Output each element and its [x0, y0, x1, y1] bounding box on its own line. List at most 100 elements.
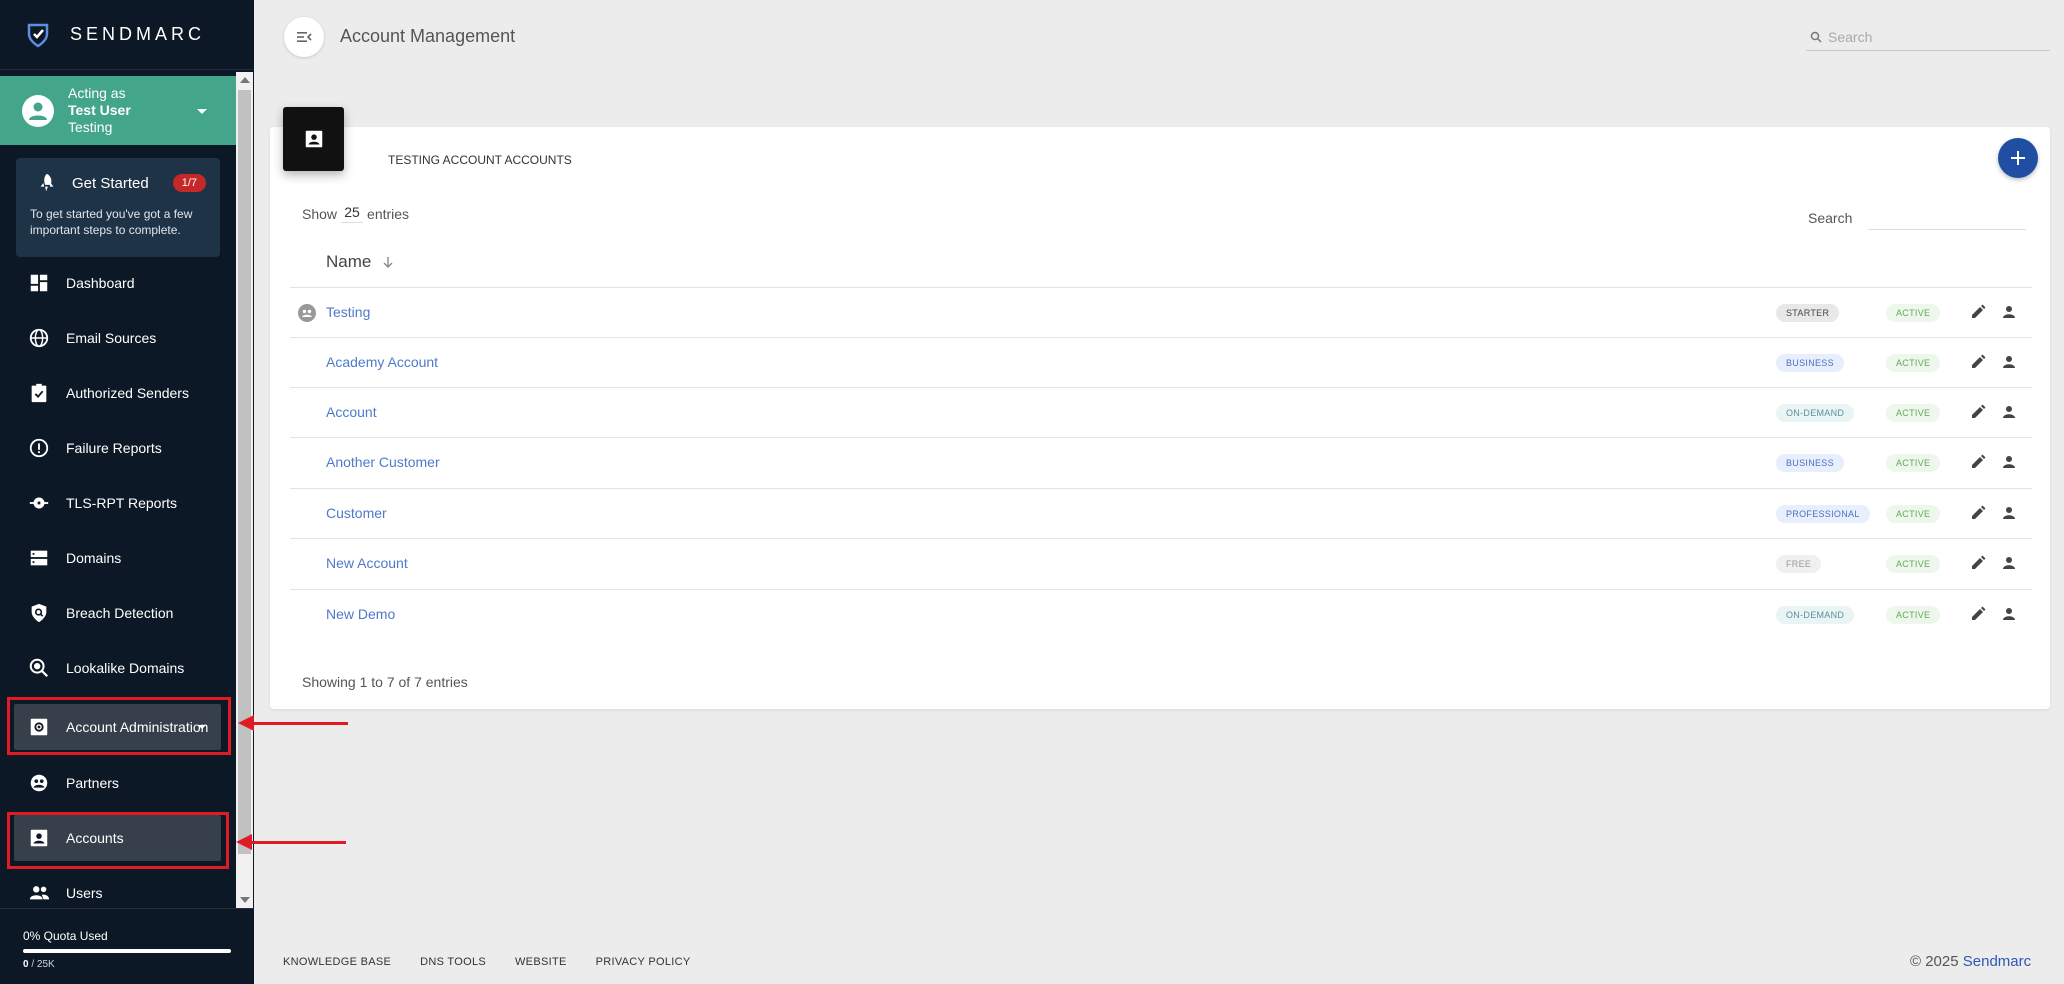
sidebar-item-failure-reports[interactable]: Failure Reports [14, 425, 221, 471]
alert-circle-icon [29, 438, 49, 458]
sidebar-item-domains[interactable]: Domains [14, 535, 221, 581]
sendmarc-logo-icon [27, 23, 49, 47]
get-started-panel[interactable]: Get Started 1/7 To get started you've go… [16, 158, 220, 257]
sidebar-item-label: Authorized Senders [66, 385, 189, 401]
edit-pencil-icon[interactable] [1970, 354, 1986, 370]
sidebar-item-label: Breach Detection [66, 605, 174, 621]
user-profile-icon[interactable] [2001, 606, 2017, 622]
sidebar-item-dashboard[interactable]: Dashboard [14, 260, 221, 306]
copyright-brand-link[interactable]: Sendmarc [1963, 953, 2031, 970]
sidebar-item-partners[interactable]: Partners [14, 760, 221, 806]
table-row: Customer PROFESSIONAL ACTIVE [290, 488, 2032, 538]
quota-count: 0 / 25K [23, 959, 231, 970]
scroll-up-arrow-icon[interactable] [240, 77, 250, 83]
sidebar-item-label: TLS-RPT Reports [66, 495, 177, 511]
table-row: Academy Account BUSINESS ACTIVE [290, 337, 2032, 387]
footer-link-privacy-policy[interactable]: PRIVACY POLICY [596, 956, 691, 968]
scroll-down-arrow-icon[interactable] [240, 897, 250, 903]
get-started-description: To get started you've got a few importan… [30, 207, 193, 237]
entries-count-select[interactable]: 25 [341, 204, 364, 223]
status-badge: ACTIVE [1886, 505, 1941, 523]
column-header-name[interactable]: Name [326, 252, 395, 272]
edit-pencil-icon[interactable] [1970, 304, 1986, 320]
status-badge: ACTIVE [1886, 354, 1941, 372]
table-row: Testing STARTER ACTIVE [290, 287, 2032, 337]
magnify-globe-icon [29, 658, 49, 678]
global-search[interactable] [1806, 23, 2050, 51]
sort-arrow-down-icon [383, 257, 393, 268]
acting-as-switcher[interactable]: Acting as Test User Testing [0, 76, 236, 145]
plan-badge: STARTER [1776, 304, 1840, 322]
table-search-input[interactable] [1868, 206, 2027, 230]
user-profile-icon[interactable] [2001, 454, 2017, 470]
dashboard-icon [30, 274, 48, 292]
sidebar-scrollbar[interactable] [236, 72, 253, 908]
footer-link-knowledge-base[interactable]: KNOWLEDGE BASE [283, 956, 391, 968]
status-badge: ACTIVE [1886, 304, 1941, 322]
copyright-text: © 2025 [1910, 953, 1963, 970]
user-profile-icon[interactable] [2001, 304, 2017, 320]
sidebar-item-label: Lookalike Domains [66, 660, 185, 676]
plan-badge: PROFESSIONAL [1776, 505, 1870, 523]
footer-link-website[interactable]: WEBSITE [515, 956, 567, 968]
person-icon [29, 102, 47, 120]
plan-badge: FREE [1776, 555, 1822, 573]
account-name-link[interactable]: New Account [326, 555, 408, 571]
acting-as-user: Test User [68, 102, 131, 118]
account-name-link[interactable]: Testing [326, 304, 370, 320]
highlight-box-account-administration [7, 697, 231, 755]
footer-link-dns-tools[interactable]: DNS TOOLS [420, 956, 486, 968]
table-search-label: Search [1808, 210, 1853, 226]
sidebar-item-label: Dashboard [66, 275, 135, 291]
avatar [22, 94, 54, 127]
brand-name: SENDMARC [70, 24, 206, 44]
acting-as-account: Testing [68, 119, 113, 135]
user-profile-icon[interactable] [2001, 555, 2017, 571]
get-started-title: Get Started [72, 174, 149, 192]
user-profile-icon[interactable] [2001, 505, 2017, 521]
add-account-button[interactable] [1998, 138, 2038, 178]
edit-pencil-icon[interactable] [1970, 606, 1986, 622]
account-name-link[interactable]: Another Customer [326, 454, 440, 470]
sidebar-item-email-sources[interactable]: Email Sources [14, 315, 221, 361]
globe-icon [29, 328, 49, 348]
clipboard-check-icon [31, 383, 47, 403]
account-name-link[interactable]: Customer [326, 505, 387, 521]
account-name-link[interactable]: Academy Account [326, 354, 438, 370]
status-badge: ACTIVE [1886, 404, 1941, 422]
sidebar-item-breach-detection[interactable]: Breach Detection [14, 590, 221, 636]
table-row: Account ON-DEMAND ACTIVE [290, 387, 2032, 437]
collapse-menu-button[interactable] [284, 17, 324, 57]
annotation-arrow [254, 722, 348, 725]
user-profile-icon[interactable] [2001, 354, 2017, 370]
plus-icon [2011, 151, 2025, 165]
partners-icon [30, 774, 48, 792]
arrow-head-icon [236, 834, 252, 850]
table-row: New Account FREE ACTIVE [290, 538, 2032, 588]
account-name-link[interactable]: New Demo [326, 606, 395, 622]
sidebar-item-label: Users [66, 885, 103, 901]
sidebar-item-tls-rpt-reports[interactable]: TLS-RPT Reports [14, 480, 221, 526]
scrollbar-thumb[interactable] [238, 90, 251, 854]
sidebar-item-authorized-senders[interactable]: Authorized Senders [14, 370, 221, 416]
table-row: New Demo ON-DEMAND ACTIVE [290, 589, 2032, 639]
account-box-icon [305, 130, 322, 148]
card-header-icon [283, 107, 344, 171]
brand-logo[interactable]: SENDMARC [0, 0, 254, 70]
progress-badge: 1/7 [172, 174, 206, 192]
highlight-box-accounts [7, 812, 229, 869]
edit-pencil-icon[interactable] [1970, 404, 1986, 420]
search-input[interactable] [1828, 28, 2028, 45]
sidebar-item-lookalike-domains[interactable]: Lookalike Domains [14, 645, 221, 691]
annotation-arrow [252, 841, 346, 844]
user-profile-icon[interactable] [2001, 404, 2017, 420]
chevron-down-icon [197, 109, 207, 114]
edit-pencil-icon[interactable] [1970, 454, 1986, 470]
quota-total: / 25K [28, 959, 55, 970]
account-name-link[interactable]: Account [326, 404, 377, 420]
pagination-info: Showing 1 to 7 of 7 entries [302, 674, 468, 690]
edit-pencil-icon[interactable] [1970, 555, 1986, 571]
edit-pencil-icon[interactable] [1970, 505, 1986, 521]
rocket-icon [40, 173, 54, 192]
plan-badge: ON-DEMAND [1776, 404, 1855, 422]
